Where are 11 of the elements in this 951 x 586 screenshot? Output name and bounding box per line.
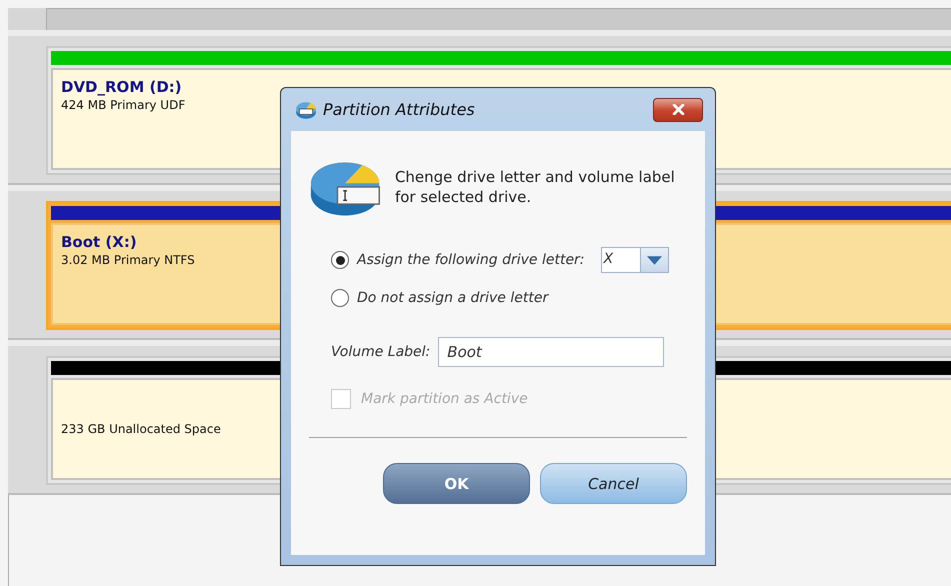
partition-name: DVD_ROM (D:) xyxy=(61,78,182,96)
description-text: Chenge drive letter and volume label for selected drive. xyxy=(394,167,676,207)
field-label: Volume Label: xyxy=(331,344,430,360)
checkbox-label: Mark partition as Active xyxy=(361,391,528,407)
partition-details: 424 MB Primary UDF xyxy=(61,98,186,112)
option-label: Assign the following drive letter: xyxy=(357,252,585,268)
window-title: Partition Attributes xyxy=(323,100,476,119)
partition-name: Boot (X:) xyxy=(61,233,137,251)
partition-details: 3.02 MB Primary NTFS xyxy=(61,253,195,267)
option-label: Do not assign a drive letter xyxy=(357,290,548,306)
partition-details: 233 GB Unallocated Space xyxy=(61,422,221,436)
